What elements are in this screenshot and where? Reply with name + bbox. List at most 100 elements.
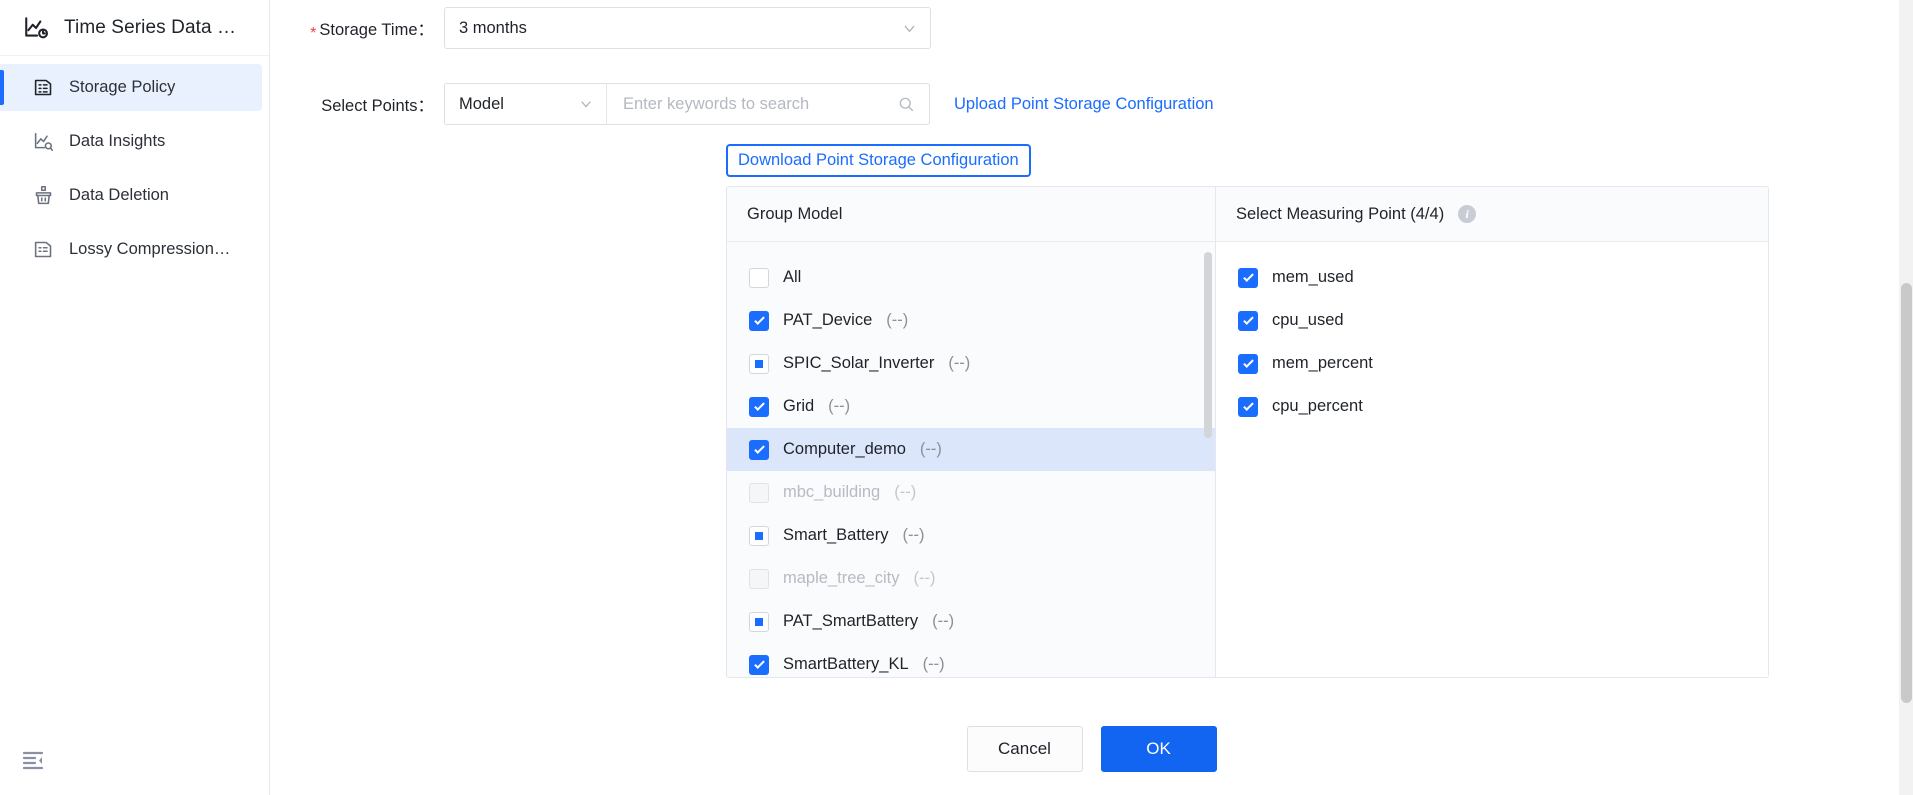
measuring-point-list: mem_used cpu_used mem_percent cpu_percen…	[1216, 242, 1768, 677]
cancel-button[interactable]: Cancel	[967, 726, 1083, 772]
download-row: Download Point Storage Configuration	[270, 144, 1913, 177]
info-icon[interactable]: i	[1458, 205, 1476, 223]
list-item[interactable]: All	[727, 256, 1215, 299]
list-item[interactable]: PAT_Device (--)	[727, 299, 1215, 342]
checkbox-indeterminate-icon[interactable]	[749, 612, 769, 632]
measuring-point-title: Select Measuring Point (4/4)	[1236, 205, 1444, 224]
checkbox-checked-icon[interactable]	[1238, 311, 1258, 331]
checkbox-checked-icon[interactable]	[1238, 268, 1258, 288]
list-item[interactable]: SPIC_Solar_Inverter (--)	[727, 342, 1215, 385]
list-item: maple_tree_city (--)	[727, 557, 1215, 600]
timeseries-chart-icon	[22, 14, 50, 42]
list-item: mbc_building (--)	[727, 471, 1215, 514]
form-area: *Storage Time： 3 months Select Points： M…	[270, 0, 1913, 177]
transfer-panel: Group Model All PAT_Device (--) SPIC_Sol…	[726, 186, 1769, 678]
upload-point-storage-configuration-link[interactable]: Upload Point Storage Configuration	[954, 95, 1214, 114]
storage-time-value: 3 months	[459, 19, 901, 38]
sidebar: Time Series Data … Storage Policy	[0, 0, 270, 795]
list-item[interactable]: Computer_demo (--)	[727, 428, 1215, 471]
group-model-list: All PAT_Device (--) SPIC_Solar_Inverter …	[727, 242, 1215, 677]
checkbox-checked-icon[interactable]	[749, 397, 769, 417]
collapse-sidebar-icon[interactable]	[18, 745, 48, 775]
sidebar-item-data-deletion[interactable]: Data Deletion	[0, 172, 262, 219]
data-insights-icon	[32, 131, 54, 153]
list-item-label: SmartBattery_KL	[783, 655, 909, 674]
required-indicator: *	[310, 25, 316, 42]
checkbox-unchecked-icon	[749, 483, 769, 503]
checkbox-checked-icon[interactable]	[749, 440, 769, 460]
list-item-label: maple_tree_city	[783, 569, 899, 588]
checkbox-checked-icon[interactable]	[749, 655, 769, 675]
list-item-label: Grid	[783, 397, 814, 416]
brand-header: Time Series Data …	[0, 0, 269, 56]
group-model-scrollbar[interactable]	[1204, 252, 1212, 438]
list-item-label: cpu_used	[1272, 311, 1344, 330]
lossy-compression-icon	[32, 239, 54, 261]
list-item-label: PAT_SmartBattery	[783, 612, 918, 631]
search-input[interactable]	[621, 94, 897, 115]
list-item-suffix: (--)	[902, 526, 924, 545]
select-points-row: Select Points： Model Up	[270, 76, 1913, 132]
list-item-label: mem_percent	[1272, 354, 1373, 373]
list-item-label: All	[783, 268, 801, 287]
checkbox-unchecked-icon[interactable]	[749, 268, 769, 288]
storage-time-label: *Storage Time：	[292, 16, 444, 40]
chevron-down-icon	[578, 96, 594, 112]
dialog-footer: Cancel OK	[270, 703, 1913, 795]
sidebar-item-data-insights[interactable]: Data Insights	[0, 118, 262, 165]
search-field-wrap	[607, 84, 929, 124]
download-point-storage-configuration-link[interactable]: Download Point Storage Configuration	[726, 144, 1031, 177]
list-item[interactable]: SmartBattery_KL (--)	[727, 643, 1215, 677]
sidebar-nav: Storage Policy Data Insights	[0, 56, 269, 280]
list-item-suffix: (--)	[886, 311, 908, 330]
page-scrollbar-thumb[interactable]	[1901, 283, 1912, 703]
select-points-label: Select Points：	[292, 92, 444, 116]
storage-policy-icon	[32, 77, 54, 99]
list-item-suffix: (--)	[923, 655, 945, 674]
list-item[interactable]: cpu_percent	[1216, 385, 1768, 428]
sidebar-footer	[0, 725, 269, 795]
ok-button[interactable]: OK	[1101, 726, 1217, 772]
point-type-select[interactable]: Model	[445, 84, 607, 124]
point-type-value: Model	[459, 95, 578, 114]
brand-title: Time Series Data …	[64, 17, 236, 39]
data-deletion-icon	[32, 185, 54, 207]
list-item-suffix: (--)	[932, 612, 954, 631]
list-item-suffix: (--)	[828, 397, 850, 416]
group-model-title: Group Model	[727, 187, 1215, 242]
search-icon[interactable]	[897, 95, 915, 113]
list-item-label: mem_used	[1272, 268, 1354, 287]
storage-time-row: *Storage Time： 3 months	[270, 0, 1913, 56]
checkbox-checked-icon[interactable]	[1238, 354, 1258, 374]
list-item-label: mbc_building	[783, 483, 880, 502]
list-item[interactable]: mem_used	[1216, 256, 1768, 299]
list-item[interactable]: mem_percent	[1216, 342, 1768, 385]
sidebar-item-lossy-compression[interactable]: Lossy Compression…	[0, 226, 262, 273]
sidebar-item-label: Lossy Compression…	[69, 240, 230, 259]
list-item-label: PAT_Device	[783, 311, 872, 330]
list-item[interactable]: Grid (--)	[727, 385, 1215, 428]
list-item-label: Computer_demo	[783, 440, 906, 459]
list-item[interactable]: cpu_used	[1216, 299, 1768, 342]
sidebar-item-label: Storage Policy	[69, 78, 175, 97]
list-item-label: cpu_percent	[1272, 397, 1363, 416]
chevron-down-icon	[901, 20, 918, 37]
select-points-control: Model	[444, 83, 930, 125]
list-item[interactable]: Smart_Battery (--)	[727, 514, 1215, 557]
checkbox-indeterminate-icon[interactable]	[749, 526, 769, 546]
measuring-point-title-wrap: Select Measuring Point (4/4) i	[1216, 187, 1768, 242]
sidebar-item-storage-policy[interactable]: Storage Policy	[0, 64, 262, 111]
storage-time-select[interactable]: 3 months	[444, 7, 931, 49]
checkbox-unchecked-icon	[749, 569, 769, 589]
checkbox-checked-icon[interactable]	[749, 311, 769, 331]
list-item[interactable]: PAT_SmartBattery (--)	[727, 600, 1215, 643]
storage-time-label-text: Storage Time：	[319, 21, 434, 39]
list-item-suffix: (--)	[948, 354, 970, 373]
sidebar-item-label: Data Insights	[69, 132, 165, 151]
measuring-point-panel: Select Measuring Point (4/4) i mem_used …	[1216, 187, 1768, 677]
main-content: *Storage Time： 3 months Select Points： M…	[270, 0, 1913, 795]
group-model-panel: Group Model All PAT_Device (--) SPIC_Sol…	[727, 187, 1216, 677]
page-scrollbar-track[interactable]	[1899, 0, 1913, 795]
checkbox-checked-icon[interactable]	[1238, 397, 1258, 417]
checkbox-indeterminate-icon[interactable]	[749, 354, 769, 374]
